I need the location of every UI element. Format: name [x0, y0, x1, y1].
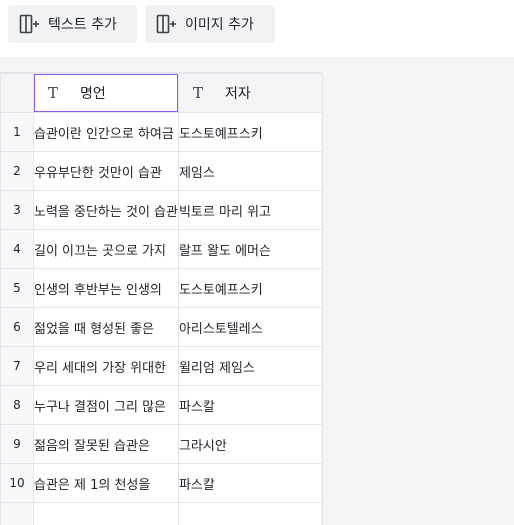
- column-header-label: 저자: [224, 86, 251, 102]
- author-cell[interactable]: [177, 502, 323, 525]
- quote-cell[interactable]: 젊음의 잘못된 습관은: [33, 424, 179, 464]
- table-row: [0, 502, 323, 525]
- table-row: 9 젊음의 잘못된 습관은 그라시안: [0, 424, 323, 464]
- column-header-quote[interactable]: T 명언: [33, 73, 179, 113]
- table-row: 8 누구나 결점이 그리 많은 파스칼: [0, 385, 323, 425]
- quote-cell[interactable]: 노력을 중단하는 것이 습관: [33, 190, 179, 230]
- add-image-button[interactable]: 이미지 추가: [145, 5, 275, 43]
- header-row: T 명언 T 저자: [0, 73, 323, 113]
- author-cell[interactable]: 도스토예프스키: [177, 268, 323, 308]
- row-number[interactable]: 9: [0, 424, 34, 464]
- text-type-icon: T: [48, 84, 59, 102]
- row-number[interactable]: 5: [0, 268, 34, 308]
- text-type-icon: T: [192, 84, 203, 102]
- quote-cell[interactable]: 누구나 결점이 그리 많은: [33, 385, 179, 425]
- quote-cell[interactable]: 길이 이끄는 곳으로 가지: [33, 229, 179, 269]
- author-cell[interactable]: 그라시안: [177, 424, 323, 464]
- table-row: 4 길이 이끄는 곳으로 가지 랄프 왈도 에머슨: [0, 229, 323, 269]
- author-cell[interactable]: 도스토예프스키: [177, 112, 323, 152]
- row-number[interactable]: 10: [0, 463, 34, 503]
- row-number[interactable]: 4: [0, 229, 34, 269]
- author-cell[interactable]: 윌리엄 제임스: [177, 346, 323, 386]
- row-number[interactable]: 7: [0, 346, 34, 386]
- spreadsheet-grid: T 명언 T 저자 1 습관이란 인간으로 하여금 도스토예프스키 2 우유부단…: [0, 57, 514, 525]
- author-cell[interactable]: 아리스토텔레스: [177, 307, 323, 347]
- row-number[interactable]: [0, 502, 34, 525]
- table-row: 3 노력을 중단하는 것이 습관 빅토르 마리 위고: [0, 190, 323, 230]
- toolbar: 텍스트 추가 이미지 추가: [0, 0, 514, 58]
- quote-cell[interactable]: 우리 세대의 가장 위대한: [33, 346, 179, 386]
- data-table: T 명언 T 저자 1 습관이란 인간으로 하여금 도스토예프스키 2 우유부단…: [0, 73, 323, 525]
- table-row: 7 우리 세대의 가장 위대한 윌리엄 제임스: [0, 346, 323, 386]
- add-column-icon: [19, 14, 39, 34]
- row-number[interactable]: 3: [0, 190, 34, 230]
- author-cell[interactable]: 빅토르 마리 위고: [177, 190, 323, 230]
- table-row: 2 우유부단한 것만이 습관 제임스: [0, 151, 323, 191]
- quote-cell[interactable]: [33, 502, 179, 525]
- quote-cell[interactable]: 우유부단한 것만이 습관: [33, 151, 179, 191]
- author-cell[interactable]: 파스칼: [177, 463, 323, 503]
- quote-cell[interactable]: 인생의 후반부는 인생의: [33, 268, 179, 308]
- table-row: 5 인생의 후반부는 인생의 도스토예프스키: [0, 268, 323, 308]
- row-number[interactable]: 6: [0, 307, 34, 347]
- table-row: 1 습관이란 인간으로 하여금 도스토예프스키: [0, 112, 323, 152]
- author-cell[interactable]: 랄프 왈도 에머슨: [177, 229, 323, 269]
- add-text-label: 텍스트 추가: [48, 17, 117, 33]
- author-cell[interactable]: 제임스: [177, 151, 323, 191]
- quote-cell[interactable]: 습관은 제 1의 천성을: [33, 463, 179, 503]
- select-all-corner[interactable]: [0, 73, 34, 113]
- add-image-label: 이미지 추가: [185, 17, 254, 33]
- empty-grid-area: [321, 57, 514, 525]
- row-number[interactable]: 1: [0, 112, 34, 152]
- quote-cell[interactable]: 습관이란 인간으로 하여금: [33, 112, 179, 152]
- column-header-author[interactable]: T 저자: [177, 73, 323, 113]
- table-row: 6 젊었을 때 형성된 좋은 아리스토텔레스: [0, 307, 323, 347]
- author-cell[interactable]: 파스칼: [177, 385, 323, 425]
- column-header-label: 명언: [80, 86, 106, 102]
- grid-top-strip: [0, 57, 321, 73]
- add-text-button[interactable]: 텍스트 추가: [8, 5, 137, 43]
- row-number[interactable]: 8: [0, 385, 34, 425]
- quote-cell[interactable]: 젊었을 때 형성된 좋은: [33, 307, 179, 347]
- table-row: 10 습관은 제 1의 천성을 파스칼: [0, 463, 323, 503]
- add-column-icon: [156, 14, 176, 34]
- row-number[interactable]: 2: [0, 151, 34, 191]
